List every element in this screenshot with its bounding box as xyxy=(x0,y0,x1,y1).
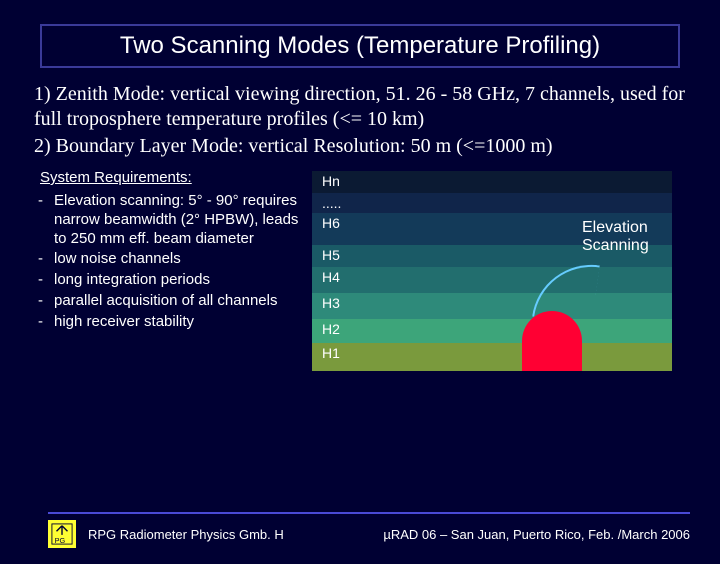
layer-hn: Hn xyxy=(312,171,672,193)
layer-label-h5: H5 xyxy=(322,247,340,263)
requirements-list: Elevation scanning: 5° - 90° requires na… xyxy=(34,192,304,331)
diagram-frame: Hn ..... H6 H5 H4 H3 H2 H1 Elevation Sca… xyxy=(312,171,672,371)
req-receiver-stability: high receiver stability xyxy=(34,313,304,332)
rpg-logo-icon: PG xyxy=(48,520,76,548)
req-elevation-scanning: Elevation scanning: 5° - 90° requires na… xyxy=(34,192,304,248)
system-requirements-heading: System Requirements: xyxy=(40,169,304,186)
layer-label-dots: ..... xyxy=(322,195,341,211)
requirements-block: System Requirements: Elevation scanning:… xyxy=(34,165,304,375)
layer-h4: H4 xyxy=(312,267,672,293)
req-low-noise: low noise channels xyxy=(34,250,304,269)
req-long-integration: long integration periods xyxy=(34,271,304,290)
elev-line-1: Elevation xyxy=(582,219,648,236)
layer-h1: H1 xyxy=(312,343,672,371)
layer-h2: H2 xyxy=(312,319,672,343)
layer-label-h4: H4 xyxy=(322,269,340,285)
elev-line-2: Scanning xyxy=(582,237,649,254)
elevation-scanning-label: Elevation Scanning xyxy=(582,219,649,254)
mode-1: 1) Zenith Mode: vertical viewing directi… xyxy=(34,82,686,132)
slide-title-box: Two Scanning Modes (Temperature Profilin… xyxy=(40,24,680,68)
layer-label-h1: H1 xyxy=(322,345,340,361)
req-parallel-acquisition: parallel acquisition of all channels xyxy=(34,292,304,311)
layer-dots: ..... xyxy=(312,193,672,213)
svg-text:PG: PG xyxy=(55,536,66,545)
mode-2: 2) Boundary Layer Mode: vertical Resolut… xyxy=(34,134,686,159)
layer-label-h2: H2 xyxy=(322,321,340,337)
layer-h3: H3 xyxy=(312,293,672,319)
layer-label-h3: H3 xyxy=(322,295,340,311)
footer-company: RPG Radiometer Physics Gmb. H xyxy=(88,527,284,542)
footer-conference: µRAD 06 – San Juan, Puerto Rico, Feb. /M… xyxy=(383,527,690,542)
modes-block: 1) Zenith Mode: vertical viewing directi… xyxy=(34,82,686,159)
atmosphere-diagram: Hn ..... H6 H5 H4 H3 H2 H1 Elevation Sca… xyxy=(312,165,700,375)
radiometer-icon xyxy=(522,311,582,371)
slide-title: Two Scanning Modes (Temperature Profilin… xyxy=(120,32,600,59)
logo-svg: PG xyxy=(51,523,73,545)
layer-label-h6: H6 xyxy=(322,215,340,231)
footer: PG RPG Radiometer Physics Gmb. H µRAD 06… xyxy=(48,512,690,548)
layer-label-hn: Hn xyxy=(322,173,340,189)
content-row: System Requirements: Elevation scanning:… xyxy=(34,165,700,375)
